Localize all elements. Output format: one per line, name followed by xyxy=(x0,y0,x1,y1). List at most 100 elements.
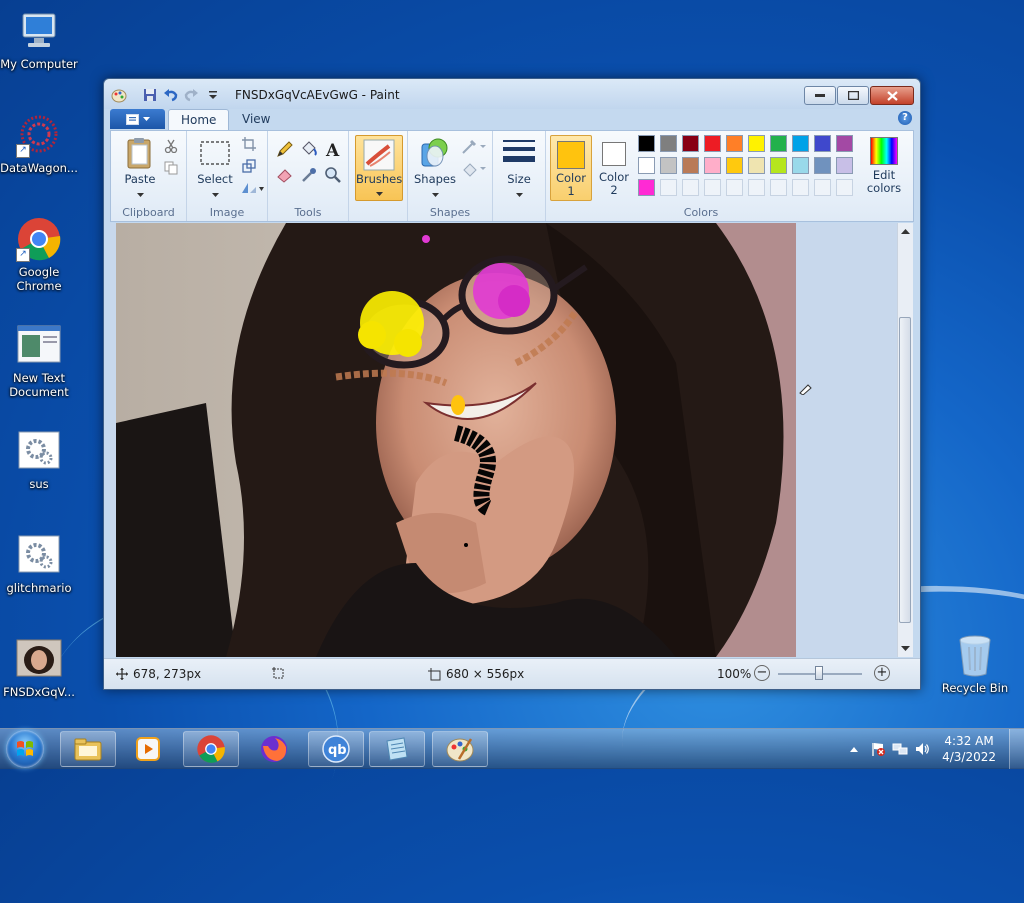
taskbar-paint[interactable] xyxy=(432,731,488,767)
start-button[interactable] xyxy=(6,730,44,768)
palette-swatch[interactable] xyxy=(726,157,743,174)
palette-swatch[interactable] xyxy=(682,157,699,174)
palette-swatch[interactable] xyxy=(638,157,655,174)
help-icon[interactable]: ? xyxy=(898,111,912,125)
eraser-icon[interactable] xyxy=(275,165,295,185)
desktop-icon-datawagon[interactable]: ↗ DataWagon... xyxy=(0,112,78,175)
palette-swatch[interactable] xyxy=(704,157,721,174)
zoom-in-button[interactable]: + xyxy=(874,665,890,681)
color2-button[interactable]: Color 2 xyxy=(594,135,634,199)
paint-menu-button[interactable] xyxy=(110,109,165,129)
palette-swatch-empty[interactable] xyxy=(792,179,809,196)
taskbar-qbittorrent[interactable]: qb xyxy=(308,731,364,767)
palette-swatch[interactable] xyxy=(792,135,809,152)
palette-swatch-empty[interactable] xyxy=(660,179,677,196)
desktop-icon-glitchmario[interactable]: glitchmario xyxy=(0,532,78,595)
palette-swatch[interactable] xyxy=(792,157,809,174)
zoom-slider-thumb[interactable] xyxy=(815,666,823,680)
palette-swatch-empty[interactable] xyxy=(726,179,743,196)
scroll-up-icon[interactable] xyxy=(899,227,912,237)
magnifier-icon[interactable] xyxy=(323,165,343,185)
palette-swatch[interactable] xyxy=(814,135,831,152)
taskbar-notepad[interactable] xyxy=(369,731,425,767)
fill-icon[interactable] xyxy=(460,159,488,179)
undo-icon[interactable] xyxy=(162,86,179,103)
desktop-icon-sus[interactable]: sus xyxy=(0,428,78,491)
edit-colors-button[interactable]: Edit colors xyxy=(862,135,906,199)
title-bar[interactable]: FNSDxGqVcAEvGwG - Paint xyxy=(104,79,920,109)
palette-swatch[interactable] xyxy=(748,135,765,152)
taskbar-chrome[interactable] xyxy=(183,731,239,767)
palette-swatch[interactable] xyxy=(704,135,721,152)
palette-swatch[interactable] xyxy=(660,157,677,174)
taskbar-explorer[interactable] xyxy=(60,731,116,767)
tab-home[interactable]: Home xyxy=(168,109,230,130)
select-button[interactable]: Select xyxy=(192,136,238,200)
brushes-button[interactable]: Brushes xyxy=(355,135,403,201)
desktop-icon-google-chrome[interactable]: ↗ Google Chrome xyxy=(0,216,78,293)
color1-button[interactable]: Color 1 xyxy=(550,135,592,201)
text-tool-icon[interactable]: A xyxy=(323,139,343,159)
palette-swatch[interactable] xyxy=(770,157,787,174)
cut-icon[interactable] xyxy=(161,136,181,156)
scroll-down-icon[interactable] xyxy=(899,643,912,653)
copy-icon[interactable] xyxy=(161,158,181,178)
media-player-icon xyxy=(136,737,160,761)
cursor-position: 678, 273px xyxy=(116,667,201,681)
save-icon[interactable] xyxy=(141,86,158,103)
desktop-icon-recycle-bin[interactable]: Recycle Bin xyxy=(936,632,1014,695)
palette-swatch[interactable] xyxy=(814,157,831,174)
canvas-image[interactable] xyxy=(116,223,796,657)
close-button[interactable] xyxy=(870,86,914,105)
fill-bucket-icon[interactable] xyxy=(299,139,319,159)
outline-icon[interactable] xyxy=(460,137,488,157)
minimize-button[interactable] xyxy=(804,86,836,105)
palette-swatch[interactable] xyxy=(748,157,765,174)
scrollbar-thumb[interactable] xyxy=(899,317,911,623)
network-icon[interactable] xyxy=(892,741,908,757)
palette-swatch[interactable] xyxy=(682,135,699,152)
desktop-icon-fnsdxgqv[interactable]: FNSDxGqV... xyxy=(0,636,78,699)
palette-swatch-empty[interactable] xyxy=(682,179,699,196)
redo-icon[interactable] xyxy=(183,86,200,103)
color-picker-icon[interactable] xyxy=(299,165,319,185)
palette-swatch[interactable] xyxy=(726,135,743,152)
palette-swatch-empty[interactable] xyxy=(770,179,787,196)
pencil-icon[interactable] xyxy=(275,139,295,159)
palette-swatch[interactable] xyxy=(660,135,677,152)
rotate-icon[interactable] xyxy=(239,178,265,198)
zoom-out-button[interactable]: − xyxy=(754,665,770,681)
crop-icon[interactable] xyxy=(239,134,259,154)
clock[interactable]: 4:32 AM 4/3/2022 xyxy=(942,733,996,765)
palette-swatch-empty[interactable] xyxy=(836,179,853,196)
vertical-scrollbar[interactable] xyxy=(897,223,913,657)
palette-swatch[interactable] xyxy=(836,157,853,174)
palette-swatch-empty[interactable] xyxy=(814,179,831,196)
size-button[interactable]: Size xyxy=(496,136,542,200)
palette-swatch[interactable] xyxy=(770,135,787,152)
paste-button[interactable]: Paste xyxy=(117,136,163,200)
show-hidden-icons-icon[interactable] xyxy=(849,745,859,753)
taskbar-media-player[interactable] xyxy=(120,731,176,767)
volume-icon[interactable] xyxy=(914,741,930,757)
palette-swatch[interactable] xyxy=(638,135,655,152)
canvas-resize-handle-icon[interactable] xyxy=(798,381,812,396)
maximize-button[interactable] xyxy=(837,86,869,105)
palette-swatch-empty[interactable] xyxy=(748,179,765,196)
resize-icon[interactable] xyxy=(239,156,259,176)
palette-swatch[interactable] xyxy=(836,135,853,152)
palette-swatch[interactable] xyxy=(638,179,655,196)
customize-toolbar-chevron-icon[interactable] xyxy=(204,86,221,103)
desktop-icon-label: sus xyxy=(29,477,49,491)
desktop-icon-new-text-document[interactable]: New Text Document xyxy=(0,322,78,399)
tab-view[interactable]: View xyxy=(230,109,282,129)
show-desktop-button[interactable] xyxy=(1009,729,1024,769)
paint-app-icon[interactable] xyxy=(110,86,127,103)
palette-swatch-empty[interactable] xyxy=(704,179,721,196)
shapes-button[interactable]: Shapes xyxy=(412,136,458,200)
taskbar-firefox[interactable] xyxy=(246,731,302,767)
paint-window[interactable]: FNSDxGqVcAEvGwG - Paint Home View ? Past… xyxy=(103,78,921,690)
canvas-area[interactable] xyxy=(110,223,899,657)
desktop-icon-my-computer[interactable]: My Computer xyxy=(0,8,78,71)
action-center-flag-icon[interactable] xyxy=(870,741,886,757)
